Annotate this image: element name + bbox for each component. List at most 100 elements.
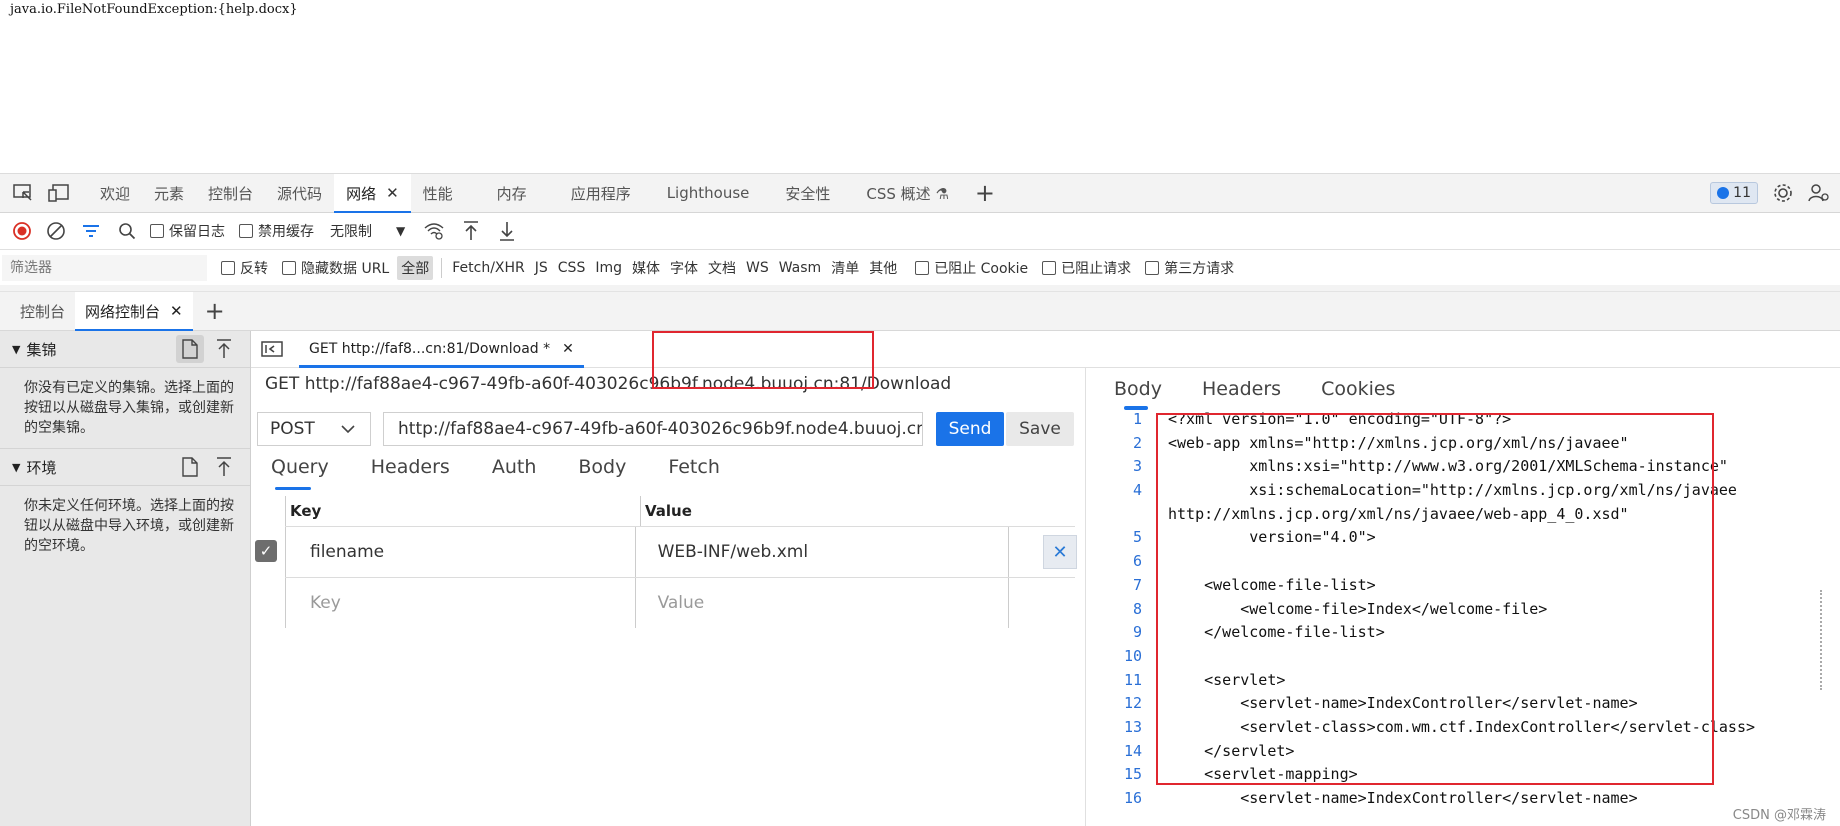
environments-title: 环境 [26,458,57,477]
search-icon[interactable] [118,222,136,240]
devtools-tab-bar: 欢迎 元素 控制台 源代码 网络 ✕ 性能 内存 应用程序 Lighthouse… [0,174,1840,213]
response-tab-body[interactable]: Body [1114,378,1162,410]
tab-welcome[interactable]: 欢迎 [88,174,142,212]
tab-console[interactable]: 控制台 [196,174,265,212]
subtab-headers[interactable]: Headers [371,456,450,484]
import-icon[interactable] [210,453,238,481]
line-number: 16 [1123,789,1142,807]
hide-data-urls-checkbox[interactable]: 隐藏数据 URL [282,258,389,278]
divider [441,257,443,278]
filter-type-img[interactable]: Img [595,260,622,276]
drawer-resizer[interactable] [0,285,1840,292]
tab-security[interactable]: 安全性 [773,174,842,212]
filter-type-font[interactable]: 字体 [670,258,698,278]
drawer-tab-network-console[interactable]: 网络控制台 ✕ [75,292,193,331]
filter-type-js[interactable]: JS [535,260,548,276]
row-actions [1008,578,1075,628]
drawer-tab-network-console-label: 网络控制台 [85,302,161,321]
scrollbar[interactable] [1820,590,1836,690]
filter-type-css[interactable]: CSS [558,260,586,276]
new-file-icon[interactable] [176,335,204,363]
preserve-log-checkbox[interactable]: 保留日志 [150,221,225,241]
add-drawer-tab-icon[interactable]: + [205,297,225,325]
request-tab-label: GET http://faf8...cn:81/Download * [309,341,551,357]
network-conditions-icon[interactable] [423,222,445,240]
drawer-tab-console[interactable]: 控制台 [10,292,75,330]
response-tab-cookies[interactable]: Cookies [1321,378,1395,400]
filter-bar: 筛选器 反转 隐藏数据 URL 全部 Fetch/XHR JS CSS Img … [0,250,1840,286]
value-column-header: Value [640,496,1015,526]
subtab-fetch[interactable]: Fetch [668,456,720,484]
tab-application[interactable]: 应用程序 [559,174,643,212]
close-icon: ✕ [1052,541,1068,563]
new-file-icon[interactable] [176,453,204,481]
request-tab[interactable]: GET http://faf8...cn:81/Download * ✕ [299,331,584,368]
method-select[interactable]: POST [257,412,371,446]
method-value: POST [270,419,315,439]
line-text: <servlet-name>IndexController</servlet-n… [1168,789,1638,807]
issues-badge[interactable]: 11 [1710,182,1758,204]
filter-type-media[interactable]: 媒体 [632,258,660,278]
issues-icon [1717,187,1730,199]
export-har-icon[interactable] [499,221,515,241]
tab-network[interactable]: 网络 ✕ [334,174,411,213]
filter-type-wasm[interactable]: Wasm [779,260,821,276]
filter-type-all[interactable]: 全部 [397,255,434,280]
filter-type-manifest[interactable]: 清单 [831,258,859,278]
collections-title: 集锦 [26,340,57,359]
new-value-input[interactable]: Value [634,578,1009,628]
throttle-select[interactable]: 无限制 ▼ [330,221,405,241]
tab-lighthouse[interactable]: Lighthouse [655,174,762,212]
add-tab-icon[interactable]: + [975,179,995,207]
filter-type-fetch-xhr[interactable]: Fetch/XHR [452,260,525,276]
import-har-icon[interactable] [463,221,479,241]
save-button[interactable]: Save [1006,412,1074,446]
tab-memory[interactable]: 内存 [485,174,539,212]
param-value-input[interactable]: WEB-INF/web.xml [634,527,1009,577]
tab-css-overview[interactable]: CSS 概述 ⚗ [854,174,961,212]
invert-checkbox[interactable]: 反转 [221,258,268,278]
send-button[interactable]: Send [936,412,1004,446]
close-icon[interactable]: ✕ [170,302,183,320]
inspect-element-icon[interactable] [10,180,36,206]
subtab-query[interactable]: Query [271,456,329,490]
delete-row-button[interactable]: ✕ [1043,535,1077,569]
filter-input[interactable]: 筛选器 [2,254,207,281]
disable-cache-checkbox[interactable]: 禁用缓存 [239,221,314,241]
settings-icon[interactable] [1772,182,1794,204]
collections-header[interactable]: ▼ 集锦 [0,331,250,368]
clear-icon[interactable] [46,221,66,241]
subtab-body[interactable]: Body [578,456,626,484]
record-icon[interactable] [12,221,32,241]
checkbox-box [221,260,235,275]
url-input[interactable]: http://faf88ae4-c967-49fb-a60f-403026c96… [383,412,923,446]
filter-type-other[interactable]: 其他 [869,258,897,278]
filter-type-ws[interactable]: WS [746,260,769,276]
request-tab-bar: GET http://faf8...cn:81/Download * ✕ [251,331,1840,368]
environments-header[interactable]: ▼ 环境 [0,449,250,486]
tab-elements[interactable]: 元素 [142,174,196,212]
invert-label: 反转 [240,260,268,277]
close-icon[interactable]: ✕ [386,184,399,202]
row-enabled-checkbox[interactable]: ✓ [255,540,277,562]
third-party-checkbox[interactable]: 第三方请求 [1145,258,1234,278]
watermark: CSDN @邓霖涛 [1732,808,1826,823]
param-key-input[interactable]: filename [285,527,635,577]
filter-icon[interactable] [82,223,100,239]
toggle-sidebar-icon[interactable] [261,341,283,357]
blocked-requests-checkbox[interactable]: 已阻止请求 [1042,258,1131,278]
tab-performance[interactable]: 性能 [411,174,465,212]
blocked-cookies-checkbox[interactable]: 已阻止 Cookie [915,258,1028,278]
issues-count: 11 [1733,185,1751,201]
table-row: Key Value [285,578,1075,628]
tab-sources[interactable]: 源代码 [265,174,334,212]
response-tab-headers[interactable]: Headers [1202,378,1281,400]
profile-icon[interactable] [1808,182,1830,204]
filter-type-doc[interactable]: 文档 [708,258,736,278]
caret-down-icon: ▼ [396,224,406,238]
close-icon[interactable]: ✕ [562,341,574,357]
new-key-input[interactable]: Key [285,578,635,628]
import-icon[interactable] [210,335,238,363]
device-emulation-icon[interactable] [46,180,72,206]
subtab-auth[interactable]: Auth [492,456,537,484]
